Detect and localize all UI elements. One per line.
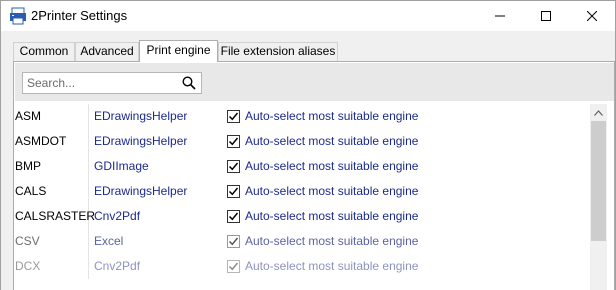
print-engine-panel: ASM EDrawingsHelper Auto-select most sui… — [13, 61, 615, 290]
auto-select-checkbox[interactable] — [227, 260, 240, 273]
vertical-scrollbar[interactable] — [590, 104, 607, 290]
extension-cell: CALSRASTER — [15, 204, 95, 229]
extension-cell: ASMDOT — [15, 129, 89, 154]
search-icon[interactable] — [182, 76, 196, 90]
auto-select-label[interactable]: Auto-select most suitable engine — [245, 154, 418, 179]
search-bar — [15, 63, 614, 101]
tab-print-engine[interactable]: Print engine — [139, 40, 218, 62]
engine-cell[interactable]: Cnv2Pdf — [94, 204, 224, 229]
window-title: 2Printer Settings — [31, 8, 128, 23]
title-bar[interactable]: 2Printer Settings — [1, 1, 615, 31]
checkmark-icon — [228, 162, 239, 171]
table-row[interactable]: BMP GDIImage Auto-select most suitable e… — [15, 154, 590, 179]
auto-select-label[interactable]: Auto-select most suitable engine — [245, 129, 418, 154]
extension-cell: DCX — [15, 254, 89, 279]
close-button[interactable] — [569, 1, 615, 31]
checkmark-icon — [228, 187, 239, 196]
auto-select-label[interactable]: Auto-select most suitable engine — [245, 204, 418, 229]
auto-select-label[interactable]: Auto-select most suitable engine — [245, 179, 418, 204]
search-input[interactable] — [23, 73, 178, 93]
checkmark-icon — [228, 212, 239, 221]
extension-cell: BMP — [15, 154, 89, 179]
extension-cell: CSV — [15, 229, 89, 254]
table-row[interactable]: CALSRASTER Cnv2Pdf Auto-select most suit… — [15, 204, 590, 229]
search-field[interactable] — [22, 72, 202, 94]
minimize-icon — [495, 15, 505, 17]
settings-window: 2Printer Settings Common Advanced Print … — [0, 0, 616, 290]
auto-select-checkbox[interactable] — [227, 185, 240, 198]
table-row[interactable]: DCX Cnv2Pdf Auto-select most suitable en… — [15, 254, 590, 279]
printer-app-icon — [9, 7, 27, 25]
engine-cell[interactable]: EDrawingsHelper — [94, 129, 224, 154]
engine-cell[interactable]: EDrawingsHelper — [94, 104, 224, 129]
scroll-up-button[interactable] — [590, 104, 607, 121]
scroll-thumb[interactable] — [591, 121, 606, 241]
auto-select-label[interactable]: Auto-select most suitable engine — [245, 254, 418, 279]
auto-select-checkbox[interactable] — [227, 210, 240, 223]
auto-select-checkbox[interactable] — [227, 135, 240, 148]
maximize-icon — [541, 11, 551, 21]
minimize-button[interactable] — [477, 1, 523, 31]
checkmark-icon — [228, 262, 239, 271]
auto-select-checkbox[interactable] — [227, 110, 240, 123]
auto-select-checkbox[interactable] — [227, 160, 240, 173]
table-row[interactable]: CALS EDrawingsHelper Auto-select most su… — [15, 179, 590, 204]
engine-table: ASM EDrawingsHelper Auto-select most sui… — [15, 104, 590, 290]
engine-cell[interactable]: EDrawingsHelper — [94, 179, 224, 204]
auto-select-label[interactable]: Auto-select most suitable engine — [245, 104, 418, 129]
tab-advanced[interactable]: Advanced — [75, 42, 139, 61]
table-row[interactable]: CSV Excel Auto-select most suitable engi… — [15, 229, 590, 254]
close-icon — [587, 11, 597, 21]
auto-select-checkbox[interactable] — [227, 235, 240, 248]
tab-common[interactable]: Common — [13, 42, 75, 61]
extension-cell: CALS — [15, 179, 89, 204]
chevron-up-icon — [594, 109, 603, 116]
engine-cell[interactable]: GDIImage — [94, 154, 224, 179]
extension-cell: ASM — [15, 104, 89, 129]
engine-cell[interactable]: Cnv2Pdf — [94, 254, 224, 279]
checkmark-icon — [228, 137, 239, 146]
engine-cell[interactable]: Excel — [94, 229, 224, 254]
maximize-button[interactable] — [523, 1, 569, 31]
tab-file-extension-aliases[interactable]: File extension aliases — [218, 42, 338, 61]
checkmark-icon — [228, 112, 239, 121]
checkmark-icon — [228, 237, 239, 246]
auto-select-label[interactable]: Auto-select most suitable engine — [245, 229, 418, 254]
table-row[interactable]: ASM EDrawingsHelper Auto-select most sui… — [15, 104, 590, 129]
table-row[interactable]: ASMDOT EDrawingsHelper Auto-select most … — [15, 129, 590, 154]
